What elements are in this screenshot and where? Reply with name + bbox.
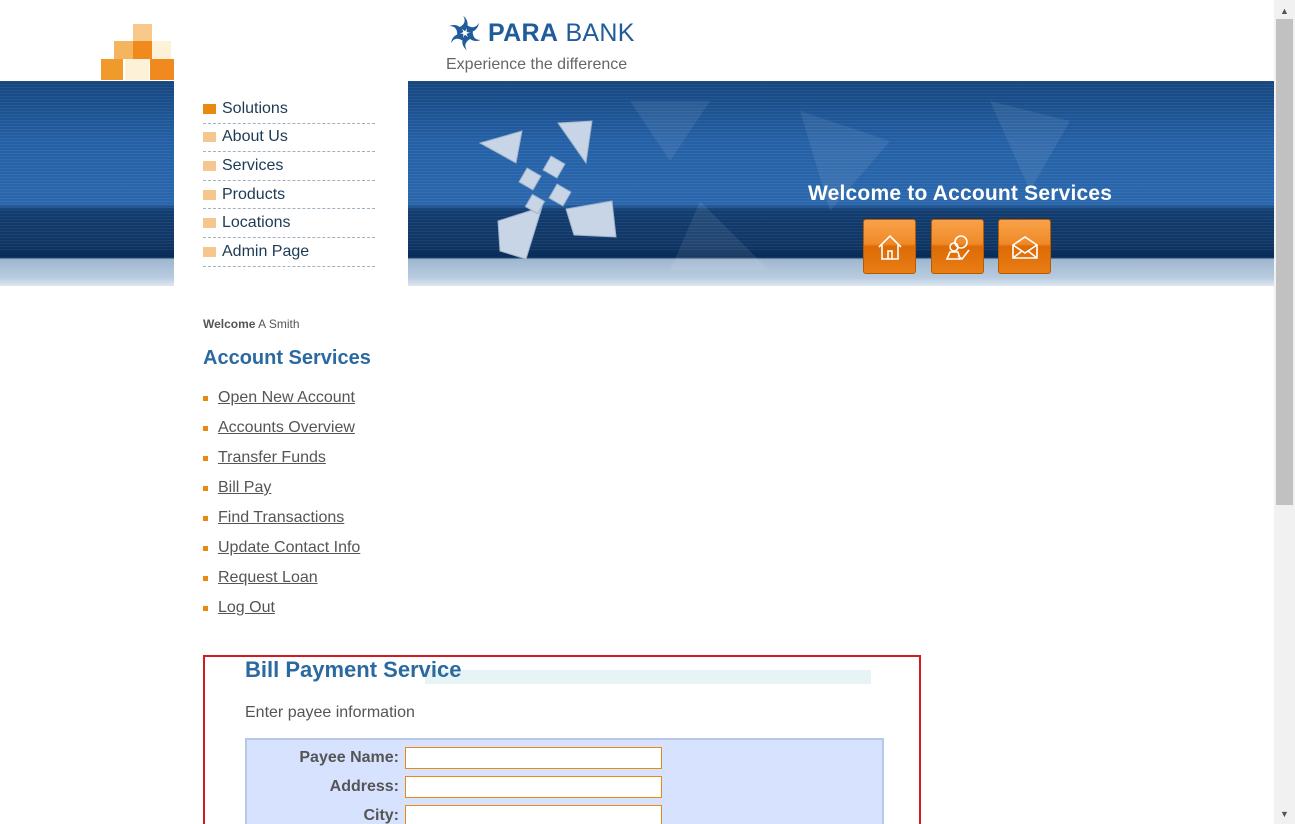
nav-item-solutions[interactable]: Solutions [203,95,375,124]
address-label: Address: [329,778,399,795]
nav-item-services[interactable]: Services [203,152,375,181]
nav-item-label: Solutions [222,99,288,117]
about-icon [945,234,970,260]
logo-square [133,41,152,59]
bullet [203,545,208,551]
request-loan-link[interactable]: Request Loan [218,569,318,587]
menu-item-update-contact-info: Update Contact Info [203,533,360,563]
scrollbar-thumb[interactable] [1276,19,1293,505]
nav-bullet [203,103,216,114]
bullet [203,515,208,521]
nav-item-label: About Us [222,128,288,146]
welcome-user: A Smith [258,317,300,331]
menu-item-request-loan: Request Loan [203,563,360,593]
menu-item-accounts-overview: Accounts Overview [203,413,360,443]
nav-item-locations[interactable]: Locations [203,209,375,238]
nav-bullet [203,218,216,229]
bill-payment-panel: Bill Payment Service Enter payee informa… [203,655,921,824]
scroll-down-arrow-icon[interactable]: ▼ [1274,805,1295,822]
logo-square [114,41,133,59]
bullet [203,455,208,461]
about-button[interactable] [931,219,984,274]
nav-item-label: Admin Page [222,242,310,260]
bullet [203,485,208,491]
form-row-address: Address: [247,776,882,800]
payee-form: Payee Name: Address: City: [245,738,884,824]
menu-item-bill-pay: Bill Pay [203,473,360,503]
brand-name: PARA BANK [488,18,635,47]
vertical-scrollbar[interactable]: ▲ ▼ [1274,0,1295,824]
envelope-icon [1011,235,1038,259]
payee-instructions: Enter payee information [245,704,415,721]
menu-item-open-new-account: Open New Account [203,383,360,413]
logo-square [150,59,174,80]
bill-pay-link[interactable]: Bill Pay [218,479,271,497]
menu-item-transfer-funds: Transfer Funds [203,443,360,473]
open-new-account-link[interactable]: Open New Account [218,389,355,407]
nav-bullet [203,189,216,200]
logo-square [101,59,123,80]
brand-logo[interactable]: PARA BANK [446,14,635,52]
nav-item-label: Locations [222,214,291,232]
find-transactions-link[interactable]: Find Transactions [218,509,344,527]
bullet [203,575,208,581]
contact-button[interactable] [998,219,1051,274]
bullet [203,395,208,401]
logo-square [152,41,171,59]
brand-caption: Experience the difference [446,56,628,73]
welcome-message: Welcome A Smith [203,317,300,331]
nav-item-products[interactable]: Products [203,181,375,210]
account-services-title: Account Services [203,347,371,369]
city-label: City: [363,807,399,824]
payee-name-input[interactable] [405,747,662,769]
menu-item-find-transactions: Find Transactions [203,503,360,533]
account-services-menu: Open New Account Accounts Overview Trans… [203,383,360,623]
nav-item-about-us[interactable]: About Us [203,124,375,153]
nav-item-label: Products [222,185,286,203]
nav-item-admin-page[interactable]: Admin Page [203,238,375,267]
logo-square [125,59,149,80]
log-out-link[interactable]: Log Out [218,599,275,617]
menu-item-log-out: Log Out [203,593,360,623]
nav-bullet [203,246,216,257]
nav-bullet [203,132,216,143]
main-nav: Solutions About Us Services Products Loc… [203,95,375,267]
home-button[interactable] [863,219,916,274]
title-underline-bar [425,670,871,684]
transfer-funds-link[interactable]: Transfer Funds [218,449,326,467]
bill-payment-title: Bill Payment Service [245,657,462,682]
bullet [203,425,208,431]
bullet [203,605,208,611]
pinwheel-logo-icon [449,15,481,51]
logo-squares [100,24,176,82]
city-input[interactable] [405,805,662,824]
nav-item-label: Services [222,156,284,174]
payee-name-label: Payee Name: [299,749,399,766]
home-icon [877,234,902,260]
update-contact-info-link[interactable]: Update Contact Info [218,539,360,557]
accounts-overview-link[interactable]: Accounts Overview [218,419,355,437]
logo-square [133,24,152,42]
scroll-up-arrow-icon[interactable]: ▲ [1274,2,1295,19]
nav-bullet [203,160,216,171]
form-row-city: City: [247,805,882,824]
address-input[interactable] [405,776,662,798]
form-row-payee-name: Payee Name: [247,747,882,771]
banner-title: Welcome to Account Services [808,182,1113,205]
welcome-label: Welcome [203,317,256,331]
